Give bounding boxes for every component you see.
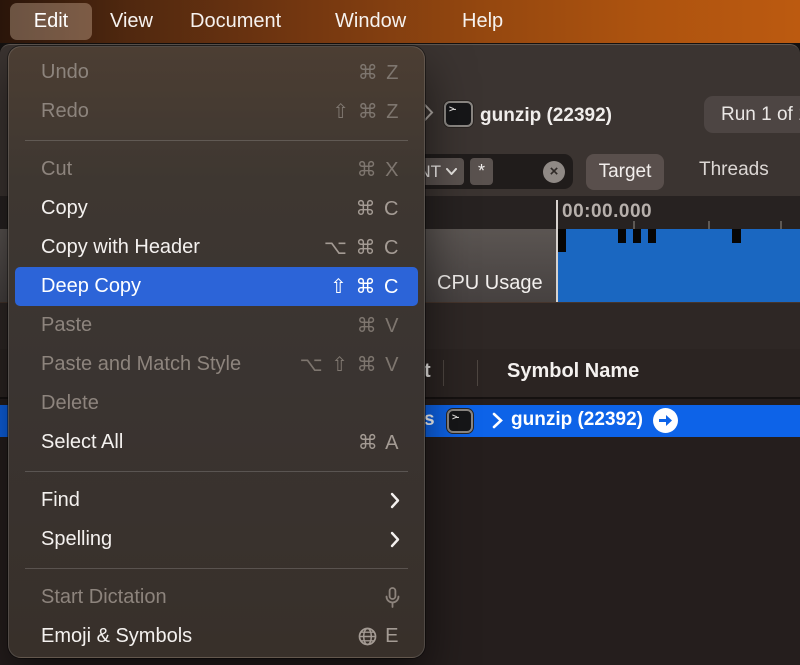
submenu-chevron-icon [390,531,400,548]
tab-target[interactable]: Target [586,154,664,190]
submenu-chevron-icon [390,492,400,509]
menu-item-emoji-and-symbols[interactable]: Emoji & Symbols E [15,617,418,656]
cpu-dip-notch [633,229,641,243]
cpu-dip-notch [557,229,566,252]
ruler-tick [780,221,782,229]
menu-item-copy-with-header[interactable]: Copy with Header ⌥ ⌘ C [15,228,418,267]
menu-item-copy[interactable]: Copy ⌘ C [15,189,418,228]
timeline-playhead[interactable] [556,200,558,302]
disclosure-chevron-icon[interactable] [492,412,503,429]
menu-item-paste: Paste ⌘ V [15,306,418,345]
menu-item-delete: Delete [15,384,418,423]
menu-item-cut: Cut ⌘ X [15,150,418,189]
menu-bar: Edit View Document Window Help [0,0,800,43]
focus-arrow-icon[interactable] [653,408,678,433]
menubar-item-edit[interactable]: Edit [10,3,92,40]
menu-item-redo: Redo ⇧ ⌘ Z [15,92,418,131]
menu-separator [25,568,408,569]
process-title: gunzip (22392) [480,105,612,127]
menubar-item-window[interactable]: Window [335,0,406,42]
menu-separator [25,140,408,141]
microphone-icon [385,587,400,609]
cpu-dip-notch [648,229,656,243]
column-header-partial[interactable]: t [424,360,431,383]
menubar-item-view[interactable]: View [110,0,153,42]
chevron-down-icon [446,168,457,175]
menu-separator [25,471,408,472]
row-weight-partial: s [424,409,435,431]
terminal-icon: >- [447,409,473,433]
cpu-dip-notch [618,229,626,243]
run-selector-button[interactable]: Run 1 of 1 [704,96,800,133]
edit-menu-panel: Undo ⌘ Z Redo ⇧ ⌘ Z Cut ⌘ X Copy ⌘ C Cop… [8,46,425,658]
menu-item-select-all[interactable]: Select All ⌘ A [15,423,418,462]
menubar-item-document[interactable]: Document [190,0,281,42]
cpu-usage-graph [557,229,800,302]
column-separator[interactable] [443,360,444,386]
filter-star-token[interactable]: * [470,158,493,185]
column-header-symbol-name[interactable]: Symbol Name [507,360,639,383]
timeline-time-label: 00:00.000 [562,201,652,223]
menu-item-find[interactable]: Find [15,481,418,520]
menu-item-spelling[interactable]: Spelling [15,520,418,559]
menu-item-deep-copy[interactable]: Deep Copy ⇧ ⌘ C [15,267,418,306]
menu-item-undo: Undo ⌘ Z [15,53,418,92]
menu-item-start-dictation: Start Dictation [15,578,418,617]
globe-icon [358,627,377,646]
ruler-tick [708,221,710,229]
cpu-track-label: CPU Usage [437,272,543,295]
ruler-tick [633,221,635,229]
cpu-dip-notch [732,229,741,243]
column-separator[interactable] [477,360,478,386]
clear-filter-icon[interactable]: × [543,161,565,183]
tab-threads[interactable]: Threads [699,159,769,181]
menu-item-paste-and-match-style: Paste and Match Style ⌥ ⇧ ⌘ V [15,345,418,384]
row-symbol-name: gunzip (22392) [511,409,643,431]
menubar-item-help[interactable]: Help [462,0,503,42]
terminal-icon: >- [444,101,473,127]
